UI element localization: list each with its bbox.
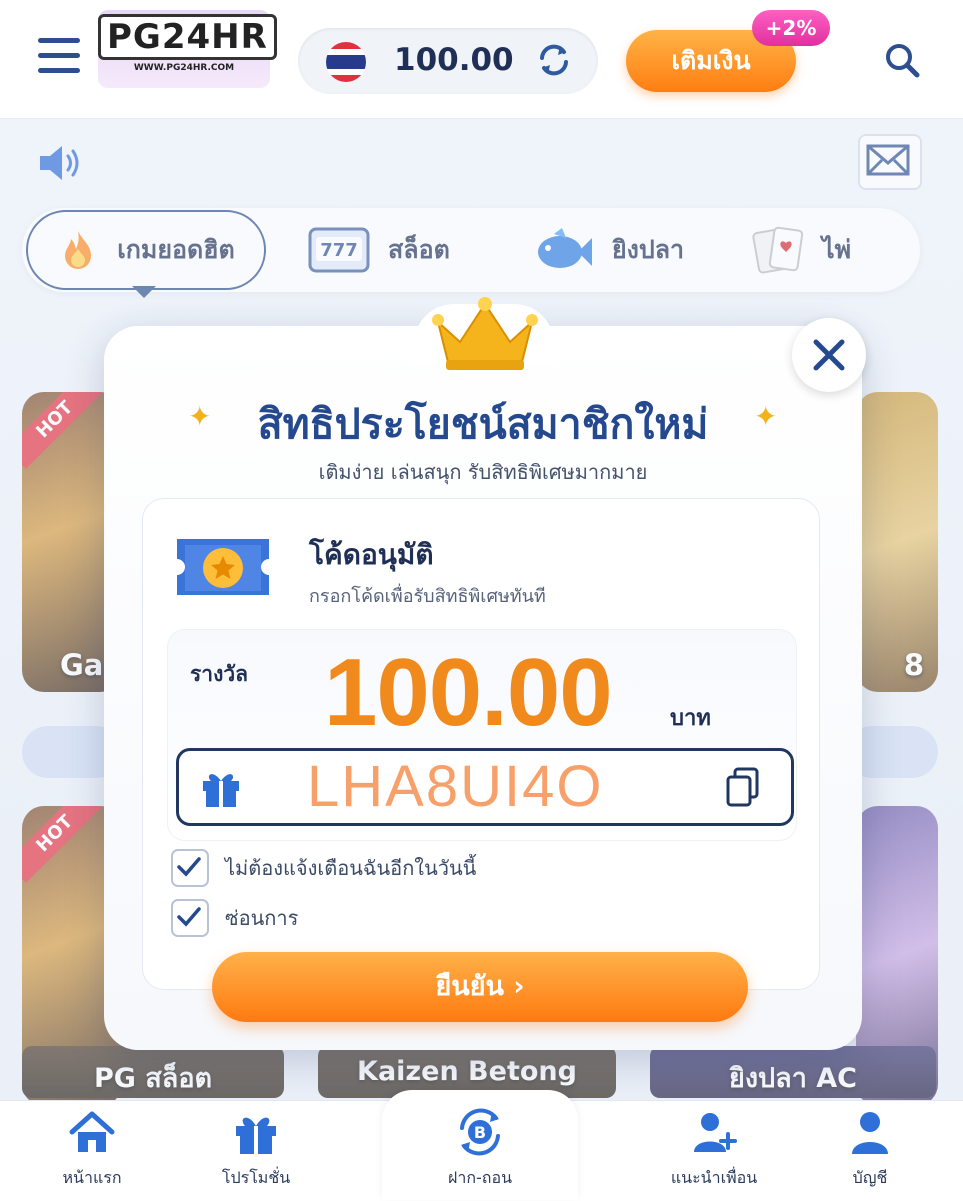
nav-account[interactable]: บัญชี — [800, 1110, 940, 1191]
logo-url: WWW.PG24HR.COM — [133, 63, 235, 73]
nav-label: บัญชี — [852, 1168, 888, 1187]
hide-row[interactable]: ซ่อนการ — [171, 899, 298, 937]
dont-remind-row[interactable]: ไม่ต้องแจ้งเตือนฉันอีกในวันนี้ — [171, 849, 476, 887]
nav-label: โปรโมชั่น — [221, 1168, 291, 1187]
nav-label: หน้าแรก — [62, 1168, 122, 1187]
menu-icon[interactable] — [38, 38, 80, 76]
approval-code-panel: โค้ดอนุมัติ กรอกโค้ดเพื่อรับสิทธิพิเศษทั… — [142, 498, 820, 990]
user-icon — [852, 1112, 888, 1154]
ticket-icon — [177, 539, 269, 595]
reward-box: รางวัล 100.00 บาท LHA8UI4O — [167, 629, 797, 841]
code-title: โค้ดอนุมัติ — [309, 538, 434, 571]
gift-icon — [236, 1117, 276, 1154]
site-logo[interactable]: PG24HR WWW.PG24HR.COM — [98, 10, 277, 88]
reward-unit: บาท — [670, 706, 711, 731]
check-icon — [177, 907, 201, 927]
new-member-modal: ✦ ✦ สิทธิประโยชน์สมาชิกใหม่ เติมง่าย เล่… — [104, 297, 866, 1050]
nav-home[interactable]: หน้าแรก — [22, 1110, 162, 1191]
nav-label: ฝาก-ถอน — [447, 1168, 513, 1187]
modal-subtitle: เติมง่าย เล่นสนุก รับสิทธิพิเศษมากมาย — [318, 460, 648, 484]
hide-checkbox[interactable] — [171, 899, 209, 937]
gift-icon — [203, 774, 239, 807]
refresh-icon[interactable] — [534, 40, 574, 80]
checkbox-label: ไม่ต้องแจ้งเตือนฉันอีกในวันนี้ — [225, 856, 477, 880]
balance-pill: 100.00 — [298, 28, 598, 94]
crown-icon — [432, 297, 538, 370]
home-icon — [69, 1111, 115, 1152]
checkbox-label: ซ่อนการ — [225, 906, 299, 930]
reward-label: รางวัล — [190, 662, 248, 686]
close-button[interactable] — [792, 318, 866, 392]
nav-label: แนะนำเพื่อน — [670, 1168, 758, 1187]
check-icon — [177, 857, 201, 877]
code-value: LHA8UI4O — [307, 754, 604, 819]
nav-deposit-withdraw[interactable]: B ฝาก-ถอน — [410, 1104, 550, 1191]
reward-amount: 100.00 — [324, 639, 613, 746]
modal-title: สิทธิประโยชน์สมาชิกใหม่ — [257, 400, 709, 448]
logo-text: PG24HR — [98, 14, 277, 60]
add-user-icon — [694, 1113, 737, 1152]
balance-amount: 100.00 — [394, 42, 514, 78]
confirm-button[interactable]: ยืนยัน › — [212, 952, 748, 1022]
top-header: PG24HR WWW.PG24HR.COM 100.00 เติมเงิน +2… — [0, 0, 963, 119]
bonus-badge: +2% — [752, 10, 830, 46]
nav-promotion[interactable]: โปรโมชั่น — [186, 1110, 326, 1191]
code-input[interactable]: LHA8UI4O — [176, 748, 794, 826]
dont-remind-checkbox[interactable] — [171, 849, 209, 887]
svg-text:B: B — [474, 1123, 486, 1142]
copy-icon[interactable] — [723, 765, 763, 809]
search-icon[interactable] — [882, 40, 922, 80]
nav-refer-friend[interactable]: แนะนำเพื่อน — [644, 1110, 784, 1191]
code-description: กรอกโค้ดเพื่อรับสิทธิพิเศษทันที — [309, 586, 546, 607]
bitcoin-exchange-icon: B — [460, 1108, 500, 1156]
thai-flag-icon — [326, 42, 366, 82]
close-icon — [813, 339, 845, 371]
